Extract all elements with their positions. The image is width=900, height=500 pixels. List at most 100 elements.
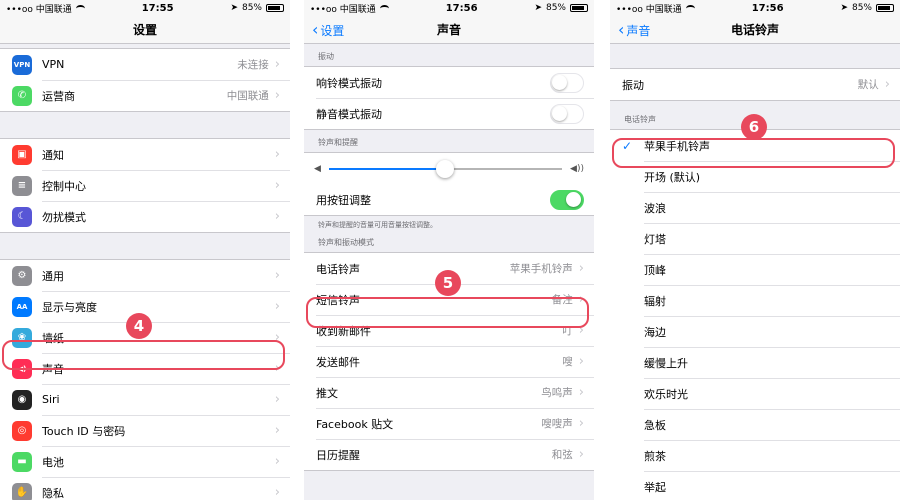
settings-row[interactable]: ≡ 控制中心 › [0,170,290,201]
chevron-right-icon: › [578,447,584,462]
settings-row[interactable]: ✆ 运营商 中国联通 › [0,80,290,111]
settings-row[interactable]: VPN VPN 未连接 › [0,49,290,80]
ringer-footer-note: 铃声和提醒的音量可用音量按钮调整。 [318,221,437,229]
vibrate-on-silent-row: 静音模式振动 [304,98,594,129]
ringtone-label: 急板 [644,418,666,432]
siri-icon: ◉ [12,389,32,410]
ringtone-label: 缓慢上升 [644,356,688,370]
ringtone-item[interactable]: 海边 [610,316,900,347]
chevron-right-icon: › [578,416,584,431]
settings-row[interactable]: ✋ 隐私 › [0,477,290,500]
vibrate-on-silent-toggle[interactable] [550,103,584,124]
change-with-buttons-toggle[interactable] [550,189,584,210]
row-label: VPN [42,58,65,71]
ringtone-item[interactable]: 灯塔 [610,223,900,254]
row-label: 勿扰模式 [42,210,86,224]
row-label: 显示与亮度 [42,300,97,314]
ringtone-label: 举起 [644,480,666,494]
row-value: 和弦 [551,449,573,461]
ringtone-item[interactable]: 辐射 [610,285,900,316]
chevron-right-icon: › [274,361,280,376]
row-value: 备注 [551,294,573,306]
row-value: 中国联通 [226,90,269,102]
volume-low-icon: ◀ [314,163,321,174]
row-label: 控制中心 [42,179,86,193]
chevron-right-icon: › [884,77,890,92]
fingerprint-icon: ◎ [12,420,32,441]
sound-pattern-row[interactable]: 收到新邮件 叮 › [304,315,594,346]
carrier-label: •••oo 中国联通 [6,4,72,15]
vibrate-on-ring-toggle[interactable] [550,72,584,93]
chevron-left-icon: ‹ [618,20,625,39]
location-icon: ➤ [230,3,238,13]
chevron-right-icon: › [274,57,280,72]
settings-group: ⚙ 通用 › AA 显示与亮度 › ❀ 墙纸 › ◀) 声音 › ◉ Siri › ◎ Touch ID 与密码… [0,259,290,500]
ringtone-label: 顶峰 [644,263,666,277]
row-label: 推文 [316,386,338,400]
location-icon: ➤ [840,3,848,13]
ringtone-item[interactable]: 顶峰 [610,254,900,285]
ringtone-item[interactable]: 急板 [610,409,900,440]
ringtone-label: 辐射 [644,294,666,308]
settings-row[interactable]: ☾ 勿扰模式 › [0,201,290,232]
chevron-right-icon: › [274,485,280,500]
slider-knob[interactable] [436,159,455,178]
chevron-right-icon: › [274,423,280,438]
sound-pattern-row[interactable]: Facebook 贴文 嗖嗖声 › [304,408,594,439]
row-value: 默认 [857,79,879,91]
wifi-icon [685,4,695,12]
notifications-icon: ▣ [12,144,32,165]
row-label: 振动 [622,78,644,92]
chevron-right-icon: › [274,147,280,162]
back-button[interactable]: ‹ 声音 [618,16,650,44]
row-label: 用按钮调整 [316,193,371,207]
back-label: 设置 [320,23,345,38]
row-value: 叮 [562,325,573,337]
settings-row[interactable]: ◉ Siri › [0,384,290,415]
settings-row[interactable]: ⚙ 通用 › [0,260,290,291]
sound-pattern-row[interactable]: 推文 鸟鸣声 › [304,377,594,408]
row-label: 发送邮件 [316,355,360,369]
ringtone-item[interactable]: 缓慢上升 [610,347,900,378]
ringtone-item[interactable]: 波浪 [610,192,900,223]
row-value: 苹果手机铃声 [509,263,573,275]
settings-list: VPN VPN 未连接 › ✆ 运营商 中国联通 › ▣ 通知 › ≡ 控制中心 › ☾ 勿扰模式 › ⚙ 通用 › A… [0,44,290,500]
ringtone-list: ✓ 苹果手机铃声 开场 (默认) 波浪 灯塔 顶峰 辐射 海边 缓慢上升 欢乐时光 急板 煎茶 举起 [610,129,900,500]
wallpaper-icon: ❀ [12,327,32,348]
row-label: 声音 [42,362,64,376]
chevron-right-icon: › [274,88,280,103]
row-value: 嗖嗖声 [541,418,573,430]
step-badge-5: 5 [435,270,461,296]
page-title: 声音 [436,23,461,37]
carrier-label: •••oo 中国联通 [310,4,376,15]
vibration-group: 振动 默认 › [610,68,900,101]
chevron-right-icon: › [578,261,584,276]
sound-pattern-row[interactable]: 发送邮件 嗖 › [304,346,594,377]
hand-icon: ✋ [12,482,32,500]
ringtone-item[interactable]: 煎茶 [610,440,900,471]
chevron-right-icon: › [578,292,584,307]
vibration-row[interactable]: 振动 默认 › [610,69,900,100]
back-button[interactable]: ‹ 设置 [312,16,344,44]
settings-row[interactable]: ▬ 电池 › [0,446,290,477]
row-label: 响铃模式振动 [316,76,382,90]
sound-pattern-row[interactable]: 日历提醒 和弦 › [304,439,594,470]
chevron-right-icon: › [274,178,280,193]
status-time: 17:55 [141,2,174,14]
settings-row[interactable]: ◎ Touch ID 与密码 › [0,415,290,446]
settings-row[interactable]: ▣ 通知 › [0,139,290,170]
ringer-volume-slider[interactable] [328,159,563,178]
ringtone-item[interactable]: 举起 [610,471,900,500]
ringtone-item[interactable]: 开场 (默认) [610,161,900,192]
battery-status-icon [570,4,588,12]
carrier-label: •••oo 中国联通 [616,4,682,15]
sounds-screen: •••oo 中国联通 17:56 ➤ 85% ‹ 设置 声音 振动 响铃模式振动 静… [304,0,594,500]
ringtone-item[interactable]: 欢乐时光 [610,378,900,409]
ringtone-screen: •••oo 中国联通 17:56 ➤ 85% ‹ 声音 电话铃声 振动 默认 › 电… [610,0,900,500]
nav-bar: ‹ 声音 电话铃声 [610,16,900,44]
row-label: 隐私 [42,486,64,500]
settings-row[interactable]: ◀) 声音 › [0,353,290,384]
step-badge-4: 4 [126,313,152,339]
